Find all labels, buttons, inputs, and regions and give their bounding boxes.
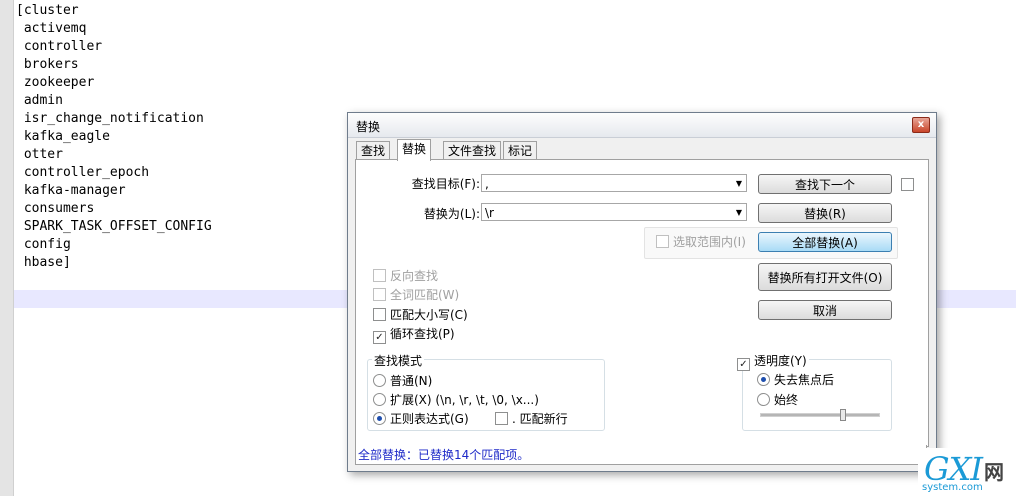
in-selection-checkbox[interactable]: 选取范围内(I) — [656, 235, 746, 249]
dialog-title: 替换 — [356, 120, 381, 134]
dot-matches-newline-checkbox[interactable]: . 匹配新行 — [495, 412, 568, 426]
replace-all-button[interactable]: 全部替换(A) — [758, 232, 892, 252]
tab-find[interactable]: 查找 — [356, 141, 391, 160]
editor-gutter — [0, 0, 14, 496]
editor-line: hbase] — [16, 255, 71, 270]
transparency-checkbox[interactable]: ✓ 透明度(Y) — [737, 354, 809, 371]
editor-line: controller — [16, 39, 103, 54]
watermark-logo-char: 网 — [984, 460, 1004, 484]
find-next-checkbox[interactable] — [901, 178, 914, 191]
editor-line: activemq — [16, 21, 87, 36]
find-label: 查找目标(F): — [411, 177, 480, 191]
tab-replace[interactable]: 替换 — [397, 139, 432, 161]
replace-dialog: 替换 x 查找 替换 文件查找 标记 查找目标(F): , ▼ 替换为(L): … — [347, 112, 937, 472]
transparency-slider-thumb[interactable] — [840, 409, 846, 421]
cancel-button[interactable]: 取消 — [758, 300, 892, 320]
editor-line: brokers — [16, 57, 79, 72]
search-mode-legend: 查找模式 — [372, 352, 425, 369]
watermark-site: system.com — [922, 482, 983, 493]
replace-label: 替换为(L): — [423, 207, 480, 221]
tab-find-in-files[interactable]: 文件查找 — [443, 141, 502, 160]
editor-line: kafka_eagle — [16, 129, 110, 144]
whole-word-checkbox[interactable]: 全词匹配(W) — [373, 288, 459, 302]
check-icon: ✓ — [737, 358, 750, 371]
find-input[interactable]: , ▼ — [481, 174, 747, 192]
watermark-logo: GXI 网 system.com — [918, 448, 1016, 496]
replace-button[interactable]: 替换(R) — [758, 203, 892, 223]
check-icon: ✓ — [373, 331, 386, 344]
editor-text[interactable]: [cluster activemq controller brokers zoo… — [16, 2, 212, 272]
editor-line: isr_change_notification — [16, 111, 204, 126]
mode-normal-radio[interactable]: 普通(N) — [373, 374, 432, 388]
replace-input[interactable]: \r ▼ — [481, 203, 747, 221]
editor-line: config — [16, 237, 71, 252]
transparency-always-radio[interactable]: 始终 — [757, 393, 798, 407]
editor-line: zookeeper — [16, 75, 95, 90]
replace-all-open-files-button[interactable]: 替换所有打开文件(O) — [758, 263, 892, 291]
editor-line: consumers — [16, 201, 95, 216]
mode-regex-radio[interactable]: 正则表达式(G) — [373, 412, 469, 426]
backward-checkbox[interactable]: 反向查找 — [373, 269, 438, 283]
mode-extended-radio[interactable]: 扩展(X) (\n, \r, \t, \0, \x...) — [373, 393, 539, 407]
transparency-slider[interactable] — [760, 413, 880, 417]
tab-mark[interactable]: 标记 — [503, 141, 538, 160]
close-icon[interactable]: x — [912, 117, 930, 133]
editor-line: SPARK_TASK_OFFSET_CONFIG — [16, 219, 212, 234]
find-next-button[interactable]: 查找下一个 — [758, 174, 892, 194]
match-case-checkbox[interactable]: 匹配大小写(C) — [373, 308, 468, 322]
chevron-down-icon[interactable]: ▼ — [736, 175, 742, 193]
editor-line: [cluster — [16, 3, 79, 18]
chevron-down-icon[interactable]: ▼ — [736, 204, 742, 222]
transparency-lose-focus-radio[interactable]: 失去焦点后 — [757, 373, 834, 387]
dialog-titlebar: 替换 x — [348, 113, 936, 138]
editor-line: admin — [16, 93, 63, 108]
editor-line: kafka-manager — [16, 183, 126, 198]
editor-line: otter — [16, 147, 63, 162]
find-value: , — [485, 177, 489, 191]
status-message: 全部替换：已替换14个匹配项。 — [355, 445, 927, 465]
replace-value: \r — [485, 206, 494, 220]
wrap-around-checkbox[interactable]: ✓ 循环查找(P) — [373, 327, 455, 344]
editor-line: controller_epoch — [16, 165, 150, 180]
